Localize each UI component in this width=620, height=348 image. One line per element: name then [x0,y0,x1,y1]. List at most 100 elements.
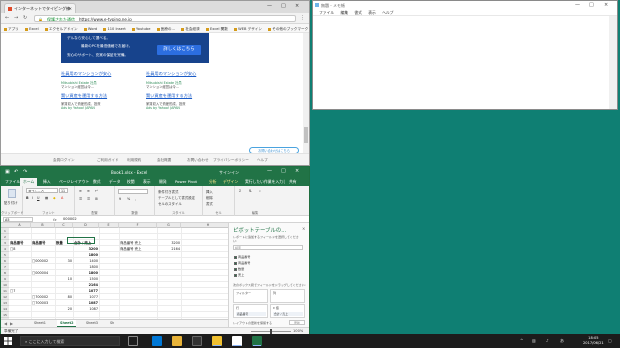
task-view-icon[interactable] [128,336,138,346]
column-header[interactable]: B [31,223,55,228]
browser-tab[interactable]: インターネットでタイピング練 × [4,3,76,13]
share-button[interactable]: 共有 [289,179,297,185]
close-tab-icon[interactable]: × [69,6,72,11]
rows-area[interactable]: 行 商品番号 [233,304,268,318]
cell-styles-button[interactable]: セルのスタイル [158,201,182,206]
excel-icon[interactable] [252,336,262,346]
sort-filter-icon[interactable]: ⇅ [249,189,252,193]
percent-icon[interactable]: % [127,197,130,201]
column-header[interactable]: F [119,223,157,228]
bookmark-item[interactable]: エクセルアドイン [44,27,78,32]
footer-link[interactable]: ご利用ガイド [97,158,119,163]
footer-link[interactable]: 利用規約 [127,158,141,163]
insert-cells-button[interactable]: 挿入 [206,189,213,194]
values-field-chip[interactable]: 合計 / 売上 [273,312,303,316]
ad-link[interactable]: 社員用のマンションが安心 [61,71,131,77]
ad-banner[interactable]: デルなら安心して選べる。 最新のPCを最低価格でお届け。 安心のサポート、充実の… [61,33,209,63]
menu-view[interactable]: 表示 [368,10,376,15]
edge-icon[interactable] [152,336,162,346]
column-header[interactable]: H [181,223,228,228]
minimize-icon[interactable]: — [575,2,580,8]
checkbox-icon[interactable] [234,261,237,265]
ad-link[interactable]: 賢い資産を運用する方法 [146,93,216,99]
menu-edit[interactable]: 編集 [340,10,348,15]
maximize-icon[interactable]: □ [281,3,286,9]
table-cell[interactable]: □8 [9,246,31,252]
ad-link[interactable]: 社員用のマンションが安心 [146,71,216,77]
windows-start-icon[interactable] [4,337,12,345]
forward-icon[interactable]: → [14,15,18,21]
paste-icon[interactable] [8,189,16,198]
format-as-table-button[interactable]: テーブルとして書式設定 [158,195,195,200]
tab-analyze[interactable]: 分析 [209,179,217,185]
rows-field-chip[interactable]: 商品番号 [236,312,266,316]
bold-icon[interactable]: B [26,196,29,200]
checkbox-icon[interactable] [234,255,237,259]
close-window-icon[interactable]: × [295,3,299,9]
notification-icon[interactable]: ▢ [608,338,612,343]
column-header[interactable]: D [73,223,99,228]
tab-page-layout[interactable]: ページレイアウト [59,179,89,185]
tell-me-search[interactable]: 実行したい作業を入力してください [245,179,285,185]
defer-update-checkbox[interactable]: レイアウトの更新を保留する [233,321,272,325]
tab-file[interactable]: ファイル [5,179,20,185]
bookmark-item[interactable]: Excel [25,27,39,31]
minimize-icon[interactable]: — [267,168,272,174]
currency-icon[interactable]: ¥ [119,197,121,201]
align-middle-icon[interactable]: ≡ [87,189,90,193]
menu-format[interactable]: 書式 [354,10,362,15]
font-color-icon[interactable]: A [61,196,63,200]
close-window-icon[interactable]: × [295,168,299,174]
tab-review[interactable]: 校閲 [127,179,135,185]
sheet-nav-next-icon[interactable]: ▶ [10,321,13,326]
column-header[interactable]: C [55,223,73,228]
worksheet-grid[interactable]: ABCDEFGH 12345678910111213141516商品番号商品番号… [1,223,228,319]
footer-link[interactable]: ヘルプ [257,158,268,163]
signin-button[interactable]: サインイン [219,170,239,176]
selected-cell[interactable] [67,237,95,244]
values-area[interactable]: Σ 値 合計 / 売上 [270,304,305,318]
tab-power-pivot[interactable]: Power Pivot [175,179,197,184]
table-cell[interactable]: 80 [55,294,73,300]
ad-details-button[interactable]: 詳しくはこちら [157,45,201,55]
comma-icon[interactable]: , [135,197,136,201]
number-format-dropdown[interactable] [118,189,148,194]
pivot-field-item[interactable]: 商品番号 [234,260,250,265]
tab-data[interactable]: データ [109,179,120,185]
pivot-field-item[interactable]: 商品番号 [234,254,250,259]
conditional-format-button[interactable]: 条件付き書式 [158,189,178,194]
sheet-tab[interactable]: Sheet3 [83,320,101,327]
scrollbar-thumb[interactable] [304,127,308,143]
tab-developer[interactable]: 開発 [159,179,167,185]
save-icon[interactable]: ▣ [5,169,10,175]
chrome-icon[interactable] [212,336,222,346]
explorer-icon[interactable] [172,336,182,346]
font-size-dropdown[interactable]: 11 [59,188,68,193]
bookmark-item[interactable]: Excel 関数 [206,27,228,32]
table-cell[interactable]: □000004 [31,270,55,276]
maximize-icon[interactable]: □ [589,2,594,8]
paste-button[interactable]: 貼り付け [4,200,18,205]
autosum-icon[interactable]: Σ [239,189,241,193]
fill-color-icon[interactable]: ◆ [53,196,56,200]
find-icon[interactable]: ⌕ [259,189,261,193]
taskbar-search[interactable]: ⌕ ここに入力して検索 [20,336,120,346]
ad-link[interactable]: 賢い資産を運用する方法 [61,93,131,99]
ime-icon[interactable]: あ [560,338,564,344]
notepad-icon[interactable] [232,336,242,346]
tab-view[interactable]: 表示 [143,179,151,185]
tray-chevron-icon[interactable]: ^ [520,338,523,343]
filter-area[interactable]: フィルター [233,289,268,303]
menu-help[interactable]: ヘルプ [382,10,393,15]
network-icon[interactable]: ▥ [532,338,536,343]
reload-icon[interactable]: ↻ [23,15,27,21]
minimize-icon[interactable]: — [267,3,272,9]
table-cell[interactable]: 1087 [73,306,99,312]
close-window-icon[interactable]: × [604,2,608,8]
table-cell[interactable]: 30 [55,258,73,264]
footer-link[interactable]: 会社概要 [157,158,171,163]
store-icon[interactable] [192,336,202,346]
font-name-dropdown[interactable]: 游ゴシック [26,188,58,193]
table-cell[interactable]: 10 [55,276,73,282]
column-header[interactable]: E [99,223,119,228]
